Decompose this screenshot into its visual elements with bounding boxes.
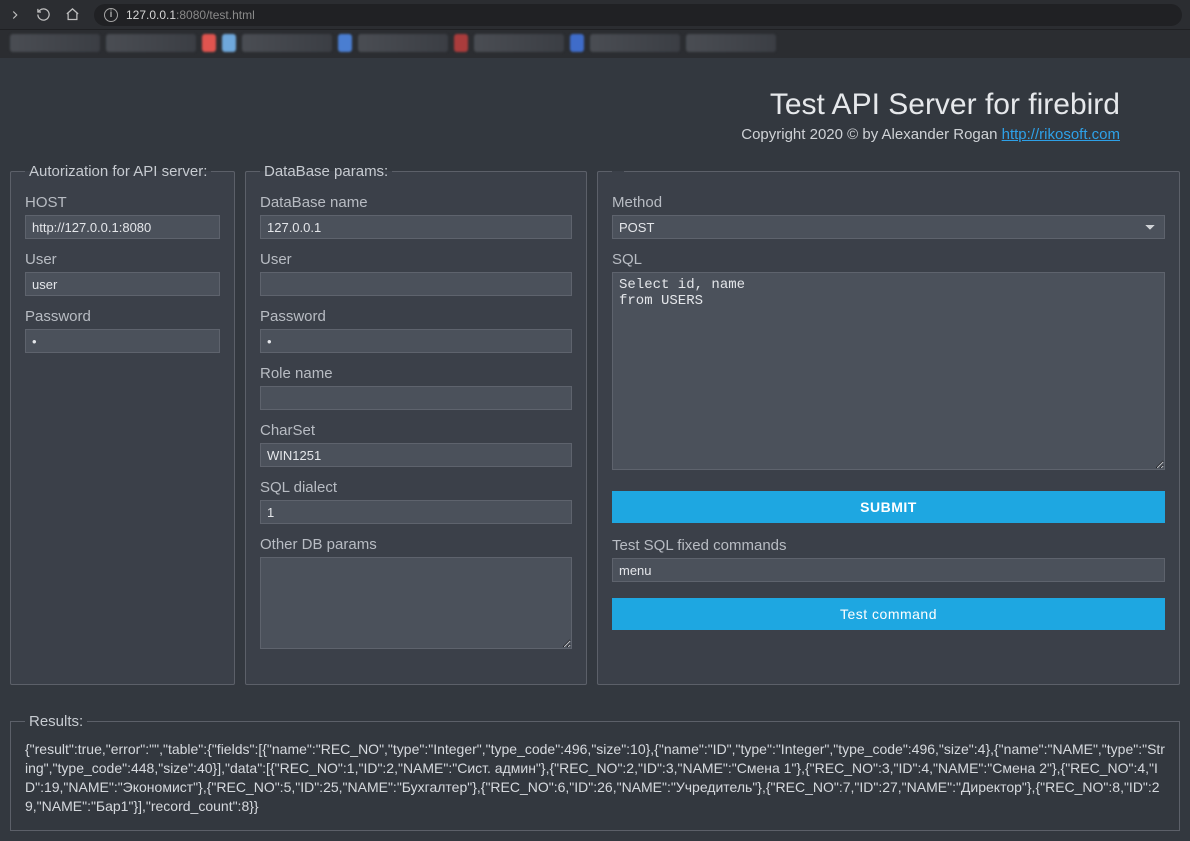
charset-input[interactable] — [260, 443, 572, 467]
results-legend: Results: — [25, 713, 87, 730]
sql-label: SQL — [612, 251, 1165, 268]
dialect-input[interactable] — [260, 500, 572, 524]
copyright-text: Copyright 2020 © by Alexander Rogan — [741, 126, 1001, 143]
address-bar[interactable]: i 127.0.0.1:8080/test.html — [94, 4, 1182, 26]
fixed-commands-label: Test SQL fixed commands — [612, 537, 1165, 554]
results-panel: Results: {"result":true,"error":"","tabl… — [10, 713, 1180, 831]
auth-password-input[interactable] — [25, 329, 220, 353]
db-password-input[interactable] — [260, 329, 572, 353]
auth-user-label: User — [25, 251, 220, 268]
other-params-label: Other DB params — [260, 536, 572, 553]
auth-password-label: Password — [25, 308, 220, 325]
test-command-button[interactable]: Test command — [612, 598, 1165, 630]
db-user-label: User — [260, 251, 572, 268]
db-user-input[interactable] — [260, 272, 572, 296]
role-input[interactable] — [260, 386, 572, 410]
author-link[interactable]: http://rikosoft.com — [1002, 126, 1120, 143]
other-params-textarea[interactable] — [260, 557, 572, 649]
dialect-label: SQL dialect — [260, 479, 572, 496]
forward-icon[interactable] — [8, 8, 22, 22]
sql-panel: Method POST SQL SUBMIT Test SQL fixed co… — [597, 163, 1180, 685]
host-label: HOST — [25, 194, 220, 211]
reload-icon[interactable] — [36, 7, 51, 22]
auth-panel: Autorization for API server: HOST User P… — [10, 163, 235, 685]
db-legend: DataBase params: — [260, 163, 392, 180]
auth-user-input[interactable] — [25, 272, 220, 296]
sql-textarea[interactable] — [612, 272, 1165, 470]
url-text: 127.0.0.1:8080/test.html — [126, 8, 255, 22]
browser-toolbar: i 127.0.0.1:8080/test.html — [0, 0, 1190, 30]
page-title: Test API Server for firebird — [10, 88, 1120, 122]
fixed-commands-input[interactable] — [612, 558, 1165, 582]
host-input[interactable] — [25, 215, 220, 239]
home-icon[interactable] — [65, 7, 80, 22]
db-panel: DataBase params: DataBase name User Pass… — [245, 163, 587, 685]
site-info-icon[interactable]: i — [104, 8, 118, 22]
db-password-label: Password — [260, 308, 572, 325]
results-body: {"result":true,"error":"","table":{"fiel… — [25, 740, 1165, 816]
bookmarks-bar — [0, 30, 1190, 58]
submit-button[interactable]: SUBMIT — [612, 491, 1165, 523]
role-label: Role name — [260, 365, 572, 382]
page-header: Test API Server for firebird Copyright 2… — [10, 68, 1180, 163]
charset-label: CharSet — [260, 422, 572, 439]
auth-legend: Autorization for API server: — [25, 163, 211, 180]
method-label: Method — [612, 194, 1165, 211]
method-select[interactable]: POST — [612, 215, 1165, 239]
dbname-input[interactable] — [260, 215, 572, 239]
dbname-label: DataBase name — [260, 194, 572, 211]
